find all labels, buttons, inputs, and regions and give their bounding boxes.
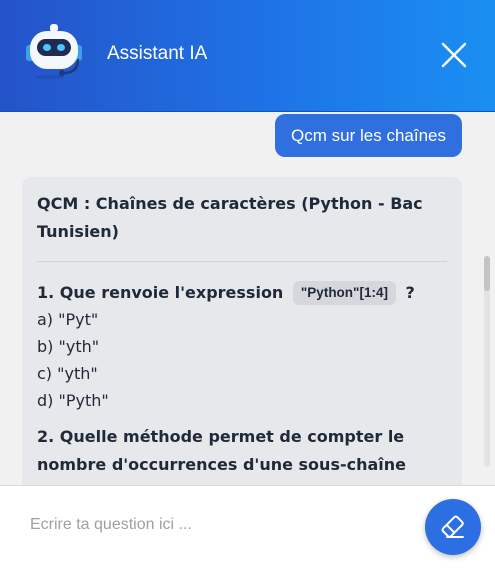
question-2: 2. Quelle méthode permet de compter le n… (37, 427, 406, 485)
close-button[interactable] (441, 42, 467, 68)
question-1-suffix: ? (405, 283, 415, 302)
question-input[interactable] (28, 512, 412, 538)
bot-message: QCM : Chaînes de caractères (Python - Ba… (22, 177, 462, 485)
close-icon (441, 42, 467, 68)
option-c: c) "yth" (37, 364, 98, 383)
robot-headset-icon (20, 21, 90, 85)
chat-messages[interactable]: Qcm sur les chaînes QCM : Chaînes de car… (0, 112, 495, 485)
option-d: d) "Pyth" (37, 391, 109, 410)
send-button[interactable] (425, 499, 481, 555)
option-b: b) "yth" (37, 337, 100, 356)
eraser-icon (441, 515, 464, 538)
question-1-text: 1. Que renvoie l'expression (37, 283, 284, 302)
bot-message-title: QCM : Chaînes de caractères (Python - Ba… (37, 194, 423, 241)
user-message: Qcm sur les chaînes (275, 114, 462, 157)
scrollbar-thumb[interactable] (484, 256, 490, 291)
option-a: a) "Pyt" (37, 310, 99, 329)
divider (37, 261, 447, 262)
code-snippet: "Python"[1:4] (292, 281, 396, 305)
header-title: Assistant IA (107, 43, 208, 64)
question-1: 1. Que renvoie l'expression "Python"[1:4… (37, 280, 447, 306)
input-bar (0, 485, 495, 573)
chat-header: Assistant IA (0, 0, 495, 112)
